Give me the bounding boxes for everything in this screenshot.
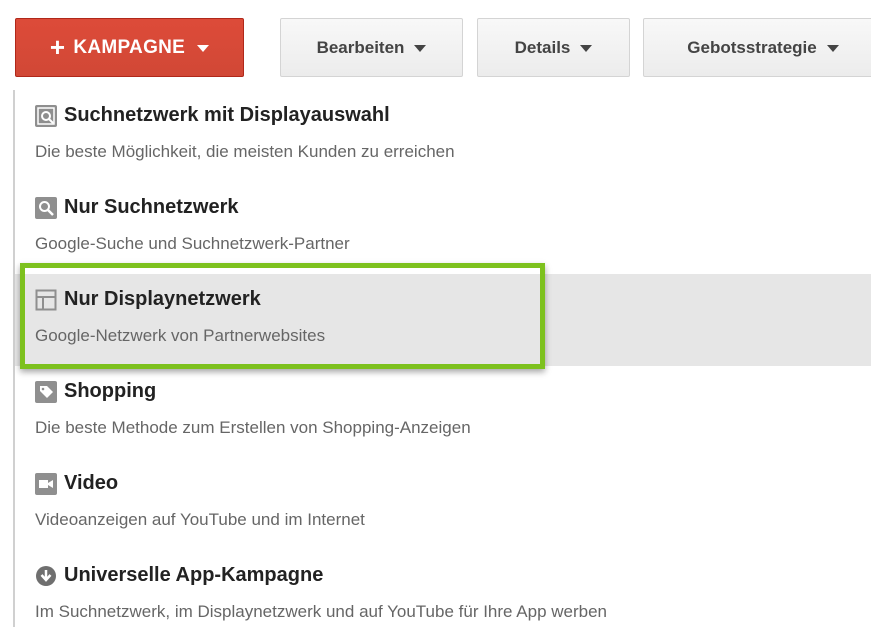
chevron-down-icon xyxy=(414,45,427,52)
campaign-type-screen: + KAMPAGNE Bearbeiten Details Gebotsstra… xyxy=(0,0,871,627)
menu-item-search-only[interactable]: Nur Suchnetzwerk Google-Suche und Suchne… xyxy=(15,182,871,274)
new-campaign-button[interactable]: + KAMPAGNE xyxy=(15,18,244,77)
search-icon xyxy=(35,196,57,219)
bid-strategy-button[interactable]: Gebotsstrategie xyxy=(643,18,871,77)
tag-icon xyxy=(35,380,57,403)
edit-button[interactable]: Bearbeiten xyxy=(280,18,463,77)
campaign-type-menu: Suchnetzwerk mit Displayauswahl Die best… xyxy=(13,90,871,627)
new-campaign-label: KAMPAGNE xyxy=(73,36,186,58)
menu-item-shopping[interactable]: Shopping Die beste Methode zum Erstellen… xyxy=(15,366,871,458)
chevron-down-icon xyxy=(197,45,210,52)
menu-item-description: Im Suchnetzwerk, im Displaynetzwerk und … xyxy=(35,602,608,621)
search-display-icon xyxy=(35,104,57,127)
chevron-down-icon xyxy=(580,45,593,52)
menu-item-description: Videoanzeigen auf YouTube und im Interne… xyxy=(35,510,365,529)
menu-item-description: Google-Netzwerk von Partnerwebsites xyxy=(35,326,326,345)
menu-item-description: Google-Suche und Suchnetzwerk-Partner xyxy=(35,234,350,253)
video-camera-icon xyxy=(35,472,57,495)
menu-item-title: Video xyxy=(64,472,119,494)
menu-item-video[interactable]: Video Videoanzeigen auf YouTube und im I… xyxy=(15,458,871,550)
menu-item-title-row: Video xyxy=(35,472,118,495)
menu-item-title-row: Shopping xyxy=(35,380,156,403)
menu-item-title: Suchnetzwerk mit Displayauswahl xyxy=(64,104,390,126)
bid-strategy-label: Gebotsstrategie xyxy=(687,37,817,57)
menu-item-title: Shopping xyxy=(64,380,157,402)
menu-item-description: Die beste Methode zum Erstellen von Shop… xyxy=(35,418,471,437)
display-layout-icon xyxy=(35,289,57,311)
menu-item-title-row: Nur Suchnetzwerk xyxy=(35,196,238,219)
plus-icon: + xyxy=(49,31,66,62)
menu-item-title: Universelle App-Kampagne xyxy=(64,564,324,586)
menu-item-search-with-display[interactable]: Suchnetzwerk mit Displayauswahl Die best… xyxy=(15,90,871,182)
edit-label: Bearbeiten xyxy=(316,37,405,57)
menu-item-title-row: Nur Displaynetzwerk xyxy=(35,288,261,311)
details-button[interactable]: Details xyxy=(477,18,630,77)
details-label: Details xyxy=(514,37,571,57)
chevron-down-icon xyxy=(826,45,839,52)
menu-item-title: Nur Displaynetzwerk xyxy=(64,288,261,310)
menu-item-title-row: Universelle App-Kampagne xyxy=(35,564,323,587)
menu-item-title: Nur Suchnetzwerk xyxy=(64,196,239,218)
download-icon xyxy=(35,565,57,587)
menu-item-title-row: Suchnetzwerk mit Displayauswahl xyxy=(35,104,390,127)
toolbar: + KAMPAGNE Bearbeiten Details Gebotsstra… xyxy=(0,0,871,90)
menu-item-universal-app[interactable]: Universelle App-Kampagne Im Suchnetzwerk… xyxy=(15,550,871,627)
menu-item-display-only[interactable]: Nur Displaynetzwerk Google-Netzwerk von … xyxy=(15,274,871,366)
menu-item-description: Die beste Möglichkeit, die meisten Kunde… xyxy=(35,142,455,161)
